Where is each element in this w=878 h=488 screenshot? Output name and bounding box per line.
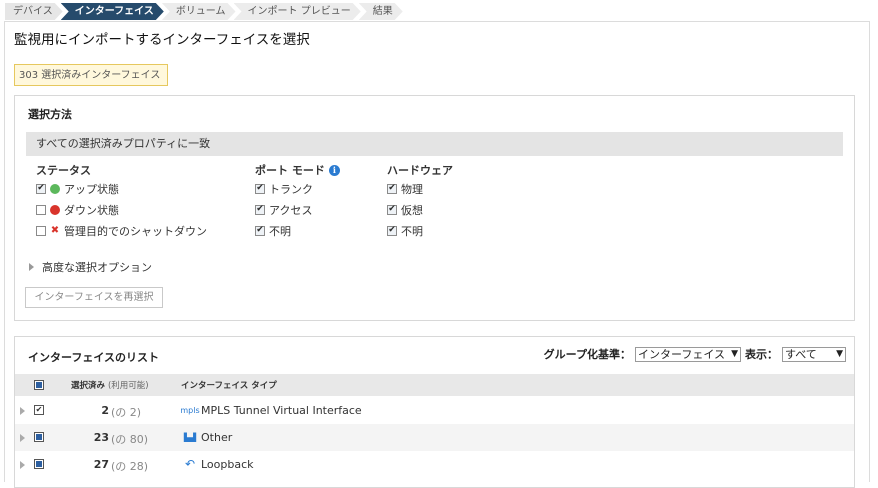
show-select[interactable]: すべて ▼ (782, 346, 846, 362)
wizard-step-volumes[interactable]: ボリューム (162, 3, 236, 20)
green-dot-icon (50, 183, 60, 194)
hardware-column: ハードウェア ✔ 物理 ✔ 仮想 ✔ 不明 (387, 162, 453, 241)
mpls-icon: mpls (180, 405, 200, 415)
table-row[interactable]: 23 (の 80) ▙▟ Other (15, 424, 854, 451)
port-mode-unknown-option[interactable]: ✔ 不明 (255, 220, 340, 241)
status-up-label: アップ状態 (64, 182, 119, 196)
status-down-label: ダウン状態 (64, 203, 119, 217)
selected-count: 23 (93, 431, 109, 444)
row-checkbox[interactable] (34, 459, 44, 469)
red-dot-icon (50, 204, 60, 215)
wizard-step-import-preview[interactable]: インポート プレビュー (234, 3, 361, 20)
expand-row-icon[interactable] (20, 461, 25, 469)
hardware-physical-label: 物理 (401, 182, 423, 196)
interface-type-name: MPLS Tunnel Virtual Interface (201, 404, 362, 417)
show-value: すべて (785, 347, 817, 361)
hardware-unknown-checkbox[interactable]: ✔ (387, 225, 397, 236)
interface-list-title: インターフェイスのリスト (28, 351, 160, 364)
info-icon[interactable]: i (328, 164, 340, 176)
reselect-interfaces-button[interactable]: インターフェイスを再選択 (25, 287, 163, 308)
status-admin-shutdown-option[interactable]: ✖ 管理目的でのシャットダウン (36, 220, 207, 241)
advanced-options-label: 高度な選択オプション (42, 261, 152, 274)
hardware-unknown-option[interactable]: ✔ 不明 (387, 220, 453, 241)
status-admin-shutdown-label: 管理目的でのシャットダウン (64, 224, 207, 238)
match-all-properties-bar: すべての選択済みプロパティに一致 (26, 132, 843, 156)
other-icon: ▙▟ (183, 432, 197, 442)
status-admin-shutdown-checkbox[interactable] (36, 225, 46, 236)
status-up-checkbox[interactable]: ✔ (36, 183, 46, 194)
table-row[interactable]: 27 (の 28) ↶ Loopback (15, 451, 854, 478)
group-by-value: インターフェイス (638, 347, 726, 361)
status-down-checkbox[interactable] (36, 204, 46, 215)
port-mode-access-checkbox[interactable]: ✔ (255, 204, 265, 215)
list-controls: グループ化基準： インターフェイス ▼ 表示： すべて ▼ (544, 346, 846, 362)
status-up-option[interactable]: ✔ アップ状態 (36, 178, 207, 199)
table-row[interactable]: ✔ 2 (の 2) mpls MPLS Tunnel Virtual Inter… (15, 397, 854, 424)
group-by-select[interactable]: インターフェイス ▼ (635, 346, 741, 362)
hardware-physical-checkbox[interactable]: ✔ (387, 183, 397, 194)
selection-method-panel: 選択方法 すべての選択済みプロパティに一致 ステータス ✔ アップ状態 ダウン状… (14, 95, 855, 321)
port-mode-column: ポート モード i ✔ トランク ✔ アクセス ✔ 不明 (255, 162, 340, 241)
expand-row-icon[interactable] (20, 407, 25, 415)
wizard-step-results[interactable]: 結果 (359, 3, 403, 20)
port-mode-unknown-checkbox[interactable]: ✔ (255, 225, 265, 236)
hardware-unknown-label: 不明 (401, 224, 423, 238)
status-down-option[interactable]: ダウン状態 (36, 199, 207, 220)
type-column-header: インターフェイス タイプ (181, 381, 277, 391)
port-mode-trunk-option[interactable]: ✔ トランク (255, 178, 340, 199)
selected-column-header: 選択済み (利用可能) (71, 381, 149, 391)
hardware-virtual-label: 仮想 (401, 203, 423, 217)
status-column: ステータス ✔ アップ状態 ダウン状態 ✖ 管理目的でのシャットダウン (36, 162, 207, 241)
loopback-icon: ↶ (184, 457, 196, 471)
interface-list-panel: インターフェイスのリスト グループ化基準： インターフェイス ▼ 表示： すべて… (14, 336, 855, 488)
selected-count: 27 (93, 458, 109, 471)
wizard-step-interfaces[interactable]: インターフェイス (61, 3, 164, 20)
selected-count-badge: 303 選択済みインターフェイス (14, 64, 168, 86)
chevron-down-icon: ▼ (731, 348, 738, 359)
available-count: (の 28) (111, 460, 149, 473)
hardware-virtual-option[interactable]: ✔ 仮想 (387, 199, 453, 220)
hardware-heading: ハードウェア (387, 164, 453, 177)
row-checkbox[interactable] (34, 432, 44, 442)
port-mode-trunk-label: トランク (269, 182, 313, 196)
selection-method-title: 選択方法 (28, 108, 72, 121)
port-mode-heading: ポート モード (255, 164, 325, 177)
wizard-step-devices[interactable]: デバイス (5, 3, 63, 20)
chevron-down-icon: ▼ (836, 348, 843, 359)
available-count: (の 80) (111, 433, 149, 446)
hardware-virtual-checkbox[interactable]: ✔ (387, 204, 397, 215)
port-mode-access-label: アクセス (269, 203, 313, 217)
table-header: 選択済み (利用可能) インターフェイス タイプ (15, 374, 854, 396)
port-mode-heading-row: ポート モード i (255, 162, 340, 178)
expand-arrow-icon (29, 263, 34, 271)
interface-type-name: Other (201, 431, 233, 444)
expand-row-icon[interactable] (20, 434, 25, 442)
hardware-physical-option[interactable]: ✔ 物理 (387, 178, 453, 199)
x-icon: ✖ (50, 224, 60, 236)
port-mode-unknown-label: 不明 (269, 224, 291, 238)
port-mode-trunk-checkbox[interactable]: ✔ (255, 183, 265, 194)
selected-count: 2 (101, 404, 109, 417)
available-count: (の 2) (111, 406, 142, 419)
show-label: 表示： (745, 348, 778, 361)
select-all-checkbox[interactable] (34, 380, 44, 390)
advanced-options-toggle[interactable]: 高度な選択オプション (29, 259, 152, 275)
group-by-label: グループ化基準： (543, 348, 631, 361)
wizard-steps: デバイス インターフェイス ボリューム インポート プレビュー 結果 (5, 3, 401, 20)
row-checkbox[interactable]: ✔ (34, 405, 44, 415)
interface-type-name: Loopback (201, 458, 254, 471)
page-title: 監視用にインポートするインターフェイスを選択 (14, 32, 310, 48)
status-heading: ステータス (36, 164, 91, 177)
port-mode-access-option[interactable]: ✔ アクセス (255, 199, 340, 220)
